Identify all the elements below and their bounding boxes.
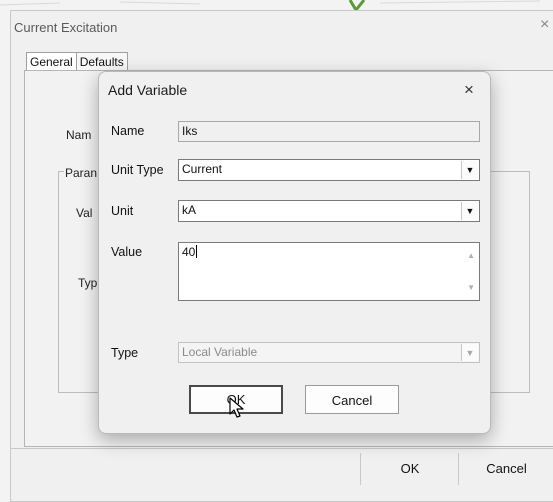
unit-type-label: Unit Type (111, 163, 164, 177)
value-label: Value (111, 245, 143, 259)
scroll-up-arrow-icon[interactable]: ▲ (467, 251, 475, 260)
outer-button-separator (10, 448, 553, 449)
outer-close-icon[interactable]: × (540, 16, 549, 34)
tab-defaults[interactable]: Defaults (75, 52, 128, 71)
add-variable-dialog: Add Variable × Name Iks Unit Type Curren… (98, 71, 491, 434)
outer-parameters-label: Paran (64, 166, 99, 180)
unit-dropdown[interactable]: kA ▼ (178, 200, 480, 222)
tab-general[interactable]: General (26, 52, 77, 71)
mouse-pointer-icon (229, 397, 244, 418)
chevron-down-icon[interactable]: ▼ (461, 202, 478, 220)
outer-tab-strip: General Defaults (26, 52, 128, 71)
text-caret (196, 245, 198, 258)
modal-title: Add Variable (108, 82, 188, 98)
unit-type-dropdown[interactable]: Current ▼ (178, 159, 480, 181)
name-field[interactable]: Iks (178, 121, 480, 142)
chevron-down-icon[interactable]: ▼ (461, 161, 478, 179)
type-value: Local Variable (182, 345, 258, 359)
chevron-down-icon: ▼ (461, 344, 478, 361)
name-value: Iks (182, 124, 198, 138)
name-label: Name (111, 124, 145, 138)
type-dropdown: Local Variable ▼ (178, 342, 480, 363)
value-text: 40 (182, 245, 196, 259)
outer-value-label: Val (76, 206, 93, 220)
close-icon[interactable]: × (464, 80, 474, 100)
value-textarea[interactable]: 40 ▲ ▼ (178, 242, 480, 301)
outer-type-label: Typ (78, 276, 98, 290)
outer-ok-button[interactable]: OK (360, 453, 459, 485)
scroll-down-arrow-icon[interactable]: ▼ (467, 283, 475, 292)
unit-type-value: Current (182, 162, 223, 176)
outer-name-label: Nam (66, 128, 92, 142)
unit-value: kA (182, 203, 197, 217)
type-label: Type (111, 346, 139, 360)
cancel-button[interactable]: Cancel (305, 385, 399, 414)
unit-label: Unit (111, 204, 134, 218)
outer-dialog-title: Current Excitation (14, 20, 118, 35)
outer-cancel-button[interactable]: Cancel (458, 453, 553, 485)
